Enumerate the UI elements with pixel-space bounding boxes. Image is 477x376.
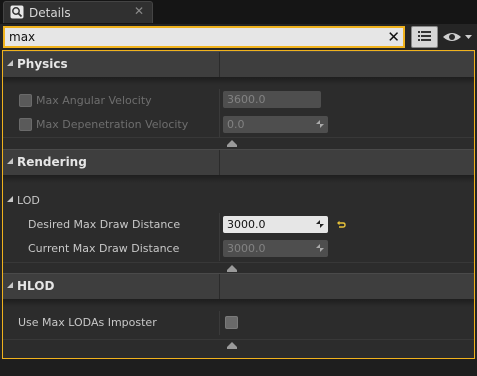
use-max-lodas-imposter-checkbox[interactable] (225, 316, 238, 329)
category-rendering[interactable]: Rendering (3, 149, 474, 176)
chevron-down-icon (465, 35, 472, 39)
column-divider (219, 113, 220, 137)
advanced-expander[interactable] (3, 262, 474, 272)
category-shadow (3, 77, 474, 85)
group-row-lod[interactable]: LOD (3, 189, 474, 213)
category-label: HLOD (17, 279, 55, 293)
property-row-max-depenetration-velocity: Max Depenetration Velocity 0.0 (3, 113, 474, 137)
tab-details[interactable]: Details ✕ (3, 1, 153, 23)
search-box[interactable]: ✕ (3, 26, 405, 48)
collapse-arrow-icon[interactable] (7, 282, 13, 288)
category-shadow (3, 175, 474, 183)
property-label: Use Max LODAs Imposter (18, 316, 157, 329)
column-divider (219, 274, 220, 300)
property-label: Max Angular Velocity (36, 94, 152, 107)
panel-footer (0, 359, 477, 376)
desired-max-draw-distance-field[interactable]: 3000.0 (223, 216, 328, 233)
list-view-icon (418, 31, 431, 41)
view-options-button[interactable] (411, 26, 438, 48)
column-divider (219, 150, 220, 176)
property-row-use-max-lodas-imposter: Use Max LODAs Imposter (3, 311, 474, 335)
collapse-arrow-icon[interactable] (7, 60, 13, 66)
column-divider (219, 311, 220, 335)
field-value: 3000.0 (227, 218, 266, 231)
advanced-expander[interactable] (3, 137, 474, 147)
properties-list: Physics Max Angular Velocity 3600.0 Max … (2, 50, 475, 359)
current-max-draw-distance-field[interactable]: 3000.0 (223, 240, 328, 257)
spinner-icon[interactable] (315, 243, 325, 253)
category-physics[interactable]: Physics (3, 51, 474, 78)
reset-to-default-icon[interactable] (336, 220, 346, 230)
edit-condition-checkbox[interactable] (19, 94, 32, 107)
category-hlod[interactable]: HLOD (3, 273, 474, 300)
column-divider (219, 89, 220, 113)
clear-search-icon[interactable]: ✕ (387, 28, 400, 46)
eye-icon (443, 33, 472, 41)
field-value: 3000.0 (227, 242, 266, 255)
max-depenetration-velocity-field[interactable]: 0.0 (223, 116, 328, 133)
property-label: Desired Max Draw Distance (28, 218, 181, 231)
category-label: Rendering (17, 155, 87, 169)
spinner-icon[interactable] (315, 119, 325, 129)
advanced-expander[interactable] (3, 339, 474, 349)
collapse-arrow-icon[interactable] (7, 158, 13, 164)
expander-bar (227, 145, 237, 147)
details-panel: ✕ Physics Max Angular Velocity 3600.0 (0, 24, 477, 376)
expander-bar (227, 270, 237, 272)
property-label: Current Max Draw Distance (28, 242, 180, 255)
spinner-icon[interactable] (315, 219, 325, 229)
max-angular-velocity-field[interactable]: 3600.0 (223, 91, 321, 108)
category-label: Physics (17, 57, 68, 71)
collapse-arrow-icon[interactable] (7, 196, 13, 202)
column-divider (219, 237, 220, 261)
category-shadow (3, 299, 474, 307)
field-value: 0.0 (227, 118, 245, 131)
property-row-current-max-draw-distance: Current Max Draw Distance 3000.0 (3, 237, 474, 261)
column-divider (219, 52, 220, 78)
magnifier-icon (10, 5, 24, 19)
property-row-desired-max-draw-distance: Desired Max Draw Distance 3000.0 (3, 213, 474, 237)
close-icon[interactable]: ✕ (134, 4, 144, 18)
column-divider (219, 213, 220, 237)
edit-condition-checkbox[interactable] (19, 118, 32, 131)
tab-title: Details (29, 6, 71, 20)
tab-bar: Details ✕ (0, 0, 477, 24)
expander-bar (227, 347, 237, 349)
visibility-filter-button[interactable] (441, 27, 475, 47)
search-input[interactable] (9, 29, 379, 45)
property-row-max-angular-velocity: Max Angular Velocity 3600.0 (3, 89, 474, 113)
group-label: LOD (17, 194, 40, 207)
property-label: Max Depenetration Velocity (36, 118, 189, 131)
